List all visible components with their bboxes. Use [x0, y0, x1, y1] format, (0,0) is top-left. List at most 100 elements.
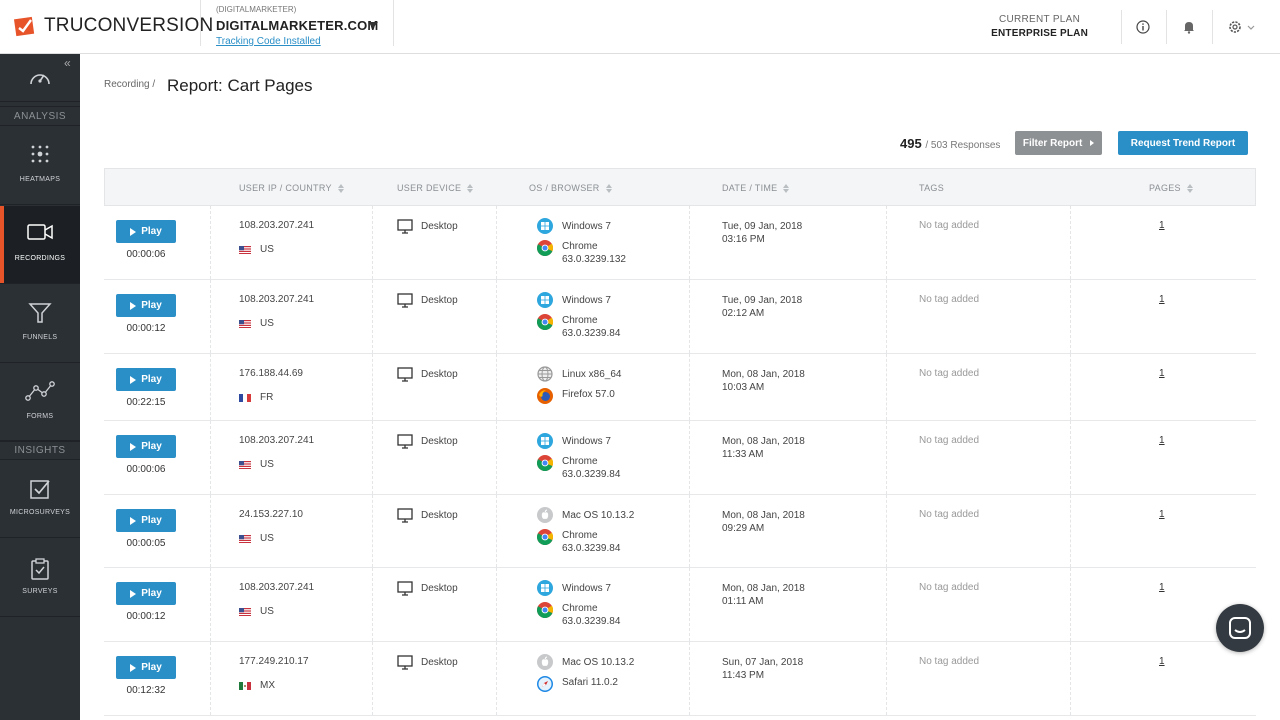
sidebar-item-surveys[interactable]: SURVEYS [0, 539, 80, 617]
desktop-monitor-icon [397, 508, 413, 523]
responses-total: / 503 Responses [925, 140, 1001, 151]
column-header-device[interactable]: USER DEVICE [397, 183, 474, 193]
top-bar: TRUCONVERSION (DIGITALMARKETER) DIGITALM… [0, 0, 1280, 54]
pages-link[interactable]: 1 [1159, 294, 1165, 305]
pages-link[interactable]: 1 [1159, 656, 1165, 667]
user-country: FR [239, 392, 273, 403]
user-country: US [239, 318, 274, 329]
page-title: Report: Cart Pages [167, 76, 313, 95]
us-flag-icon [239, 607, 251, 616]
play-recording-button[interactable]: Play [116, 656, 176, 679]
sidebar-item-funnels[interactable]: FUNNELS [0, 285, 80, 363]
tracking-code-link[interactable]: Tracking Code Installed [216, 36, 321, 47]
tags-value: No tag added [919, 582, 980, 593]
clipboard-check-icon [31, 558, 49, 580]
play-recording-button[interactable]: Play [116, 582, 176, 605]
sidebar-item-heatmaps[interactable]: HEATMAPS [0, 127, 80, 205]
recording-duration: 00:12:32 [126, 685, 166, 696]
breadcrumb[interactable]: Recording / [104, 79, 155, 90]
column-divider [372, 280, 373, 353]
filter-report-label: Filter Report [1022, 137, 1083, 149]
play-recording-button[interactable]: Play [116, 294, 176, 317]
operating-system: Mac OS 10.13.2 [537, 507, 634, 523]
column-divider [1070, 354, 1071, 420]
column-header-pages[interactable]: PAGES [1149, 183, 1193, 193]
account-name[interactable]: DIGITALMARKETER.COM [216, 18, 378, 33]
sort-icon [605, 183, 612, 193]
fr-flag-icon [239, 393, 251, 402]
sidebar-item-microsurveys[interactable]: MICROSURVEYS [0, 460, 80, 538]
play-recording-button[interactable]: Play [116, 435, 176, 458]
us-flag-icon [239, 534, 251, 543]
date-time: Tue, 09 Jan, 2018 02:12 AM [722, 295, 803, 319]
column-divider [1070, 568, 1071, 641]
plan-label: CURRENT PLAN [998, 14, 1081, 25]
divider [1212, 10, 1213, 44]
table-row: Play 00:00:05 24.153.227.10 US Desktop Mac OS… [104, 495, 1256, 568]
play-recording-button[interactable]: Play [116, 220, 176, 243]
account-switcher[interactable]: (DIGITALMARKETER) DIGITALMARKETER.COM Tr… [200, 0, 394, 47]
pages-link[interactable]: 1 [1159, 582, 1165, 593]
speedometer-icon [30, 73, 50, 84]
account-small-label: (DIGITALMARKETER) [216, 5, 297, 14]
browser: Chrome 63.0.3239.132 [537, 240, 626, 266]
caret-down-icon[interactable] [368, 22, 378, 28]
sidebar-item-label: FORMS [26, 413, 54, 420]
responses-value: 495 [900, 136, 922, 151]
pages-link[interactable]: 1 [1159, 435, 1165, 446]
bell-icon[interactable] [1179, 17, 1199, 37]
user-device: Desktop [397, 434, 458, 449]
pages-link[interactable]: 1 [1159, 368, 1165, 379]
pages-link[interactable]: 1 [1159, 220, 1165, 231]
sidebar-item-forms[interactable]: FORMS [0, 364, 80, 442]
user-device: Desktop [397, 508, 458, 523]
column-divider [210, 354, 211, 420]
recording-duration: 00:00:06 [126, 249, 166, 260]
sidebar-item-label: HEATMAPS [19, 176, 61, 183]
user-device: Desktop [397, 219, 458, 234]
play-icon [130, 301, 137, 310]
recording-duration: 00:00:06 [126, 464, 166, 475]
info-icon[interactable] [1133, 17, 1153, 37]
column-divider [886, 206, 887, 279]
column-divider [689, 568, 690, 641]
tags-value: No tag added [919, 656, 980, 667]
user-ip: 177.249.210.17 [239, 656, 309, 667]
column-divider [1070, 642, 1071, 715]
column-header-os-browser[interactable]: OS / BROWSER [529, 183, 612, 193]
tags-value: No tag added [919, 435, 980, 446]
collapse-sidebar-icon[interactable]: « [64, 56, 71, 70]
desktop-monitor-icon [397, 655, 413, 670]
gear-icon[interactable] [1226, 17, 1258, 37]
column-header-tags: TAGS [919, 183, 945, 193]
windows-icon [537, 292, 553, 308]
column-header-date-time[interactable]: DATE / TIME [722, 183, 790, 193]
firefox-icon [537, 388, 553, 404]
sort-icon [783, 183, 790, 193]
sidebar: « ANALYSIS HEATMAPS RECORDINGS FUNNELS F… [0, 54, 80, 720]
user-country: US [239, 533, 274, 544]
logo[interactable]: TRUCONVERSION [14, 15, 213, 37]
play-icon [130, 663, 137, 672]
table-row: Play 00:12:32 177.249.210.17 MX Desktop Mac O… [104, 642, 1256, 716]
request-trend-report-button[interactable]: Request Trend Report [1118, 131, 1248, 155]
play-recording-button[interactable]: Play [116, 368, 176, 391]
table-row: Play 00:00:12 108.203.207.241 US Desktop Wind… [104, 280, 1256, 354]
column-header-ip[interactable]: USER IP / COUNTRY [239, 183, 344, 193]
sidebar-item-recordings[interactable]: RECORDINGS [0, 206, 80, 284]
play-recording-button[interactable]: Play [116, 509, 176, 532]
divider [1166, 10, 1167, 44]
column-divider [1070, 206, 1071, 279]
operating-system: Windows 7 [537, 580, 611, 596]
pages-link[interactable]: 1 [1159, 509, 1165, 520]
chat-launcher-button[interactable] [1216, 604, 1264, 652]
column-divider [372, 495, 373, 567]
us-flag-icon [239, 460, 251, 469]
date-time: Tue, 09 Jan, 2018 03:16 PM [722, 221, 803, 245]
chrome-icon [537, 455, 553, 471]
tags-value: No tag added [919, 509, 980, 520]
recording-duration: 00:00:12 [126, 323, 166, 334]
date-time: Mon, 08 Jan, 2018 10:03 AM [722, 369, 805, 393]
filter-report-button[interactable]: Filter Report [1015, 131, 1102, 155]
browser: Chrome 63.0.3239.84 [537, 314, 620, 340]
